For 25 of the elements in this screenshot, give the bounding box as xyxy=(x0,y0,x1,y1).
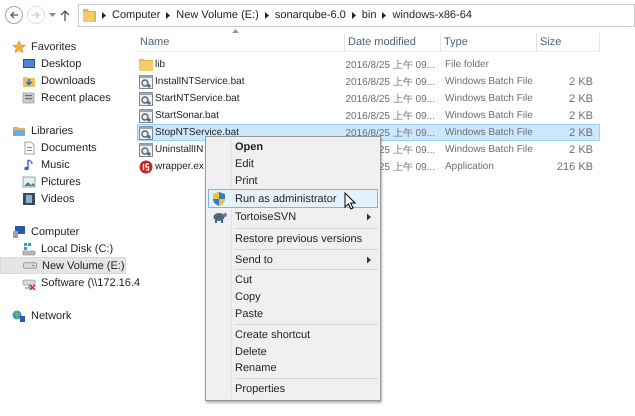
file-name: wrapper.ex xyxy=(155,161,204,172)
file-type: Windows Batch File xyxy=(445,76,533,87)
file-name: InstallNTService.bat xyxy=(155,76,244,87)
file-type: Windows Batch File xyxy=(445,144,533,155)
file-type: Windows Batch File xyxy=(445,127,533,138)
file-type: File folder xyxy=(445,59,489,70)
file-type: Windows Batch File xyxy=(445,93,533,104)
date-modified: 2016/8/25 上午 09... xyxy=(345,76,435,88)
file-name: StopNTService.bat xyxy=(155,127,239,138)
date-modified: 2016/8/25 上午 09... xyxy=(345,58,435,72)
file-size: 2 KB xyxy=(569,110,593,122)
file-size: 216 KB xyxy=(556,160,593,172)
file-name: StartNTService.bat xyxy=(155,93,240,104)
file-size: 2 KB xyxy=(569,144,593,156)
file-type: Application xyxy=(445,161,494,172)
date-modified: 2016/8/25 上午 09... xyxy=(345,126,435,140)
date-modified: 2016/8/25 上午 09... xyxy=(345,110,435,122)
file-type: Windows Batch File xyxy=(445,110,533,121)
file-size: 2 KB xyxy=(569,92,593,104)
file-name: StartSonar.bat xyxy=(155,110,219,121)
date-modified: 2016/8/25 上午 09... xyxy=(345,92,435,106)
file-size: 2 KB xyxy=(569,76,593,88)
file-name: UninstallIN xyxy=(155,144,204,155)
file-name: lib xyxy=(155,59,166,70)
file-size: 2 KB xyxy=(569,126,593,138)
